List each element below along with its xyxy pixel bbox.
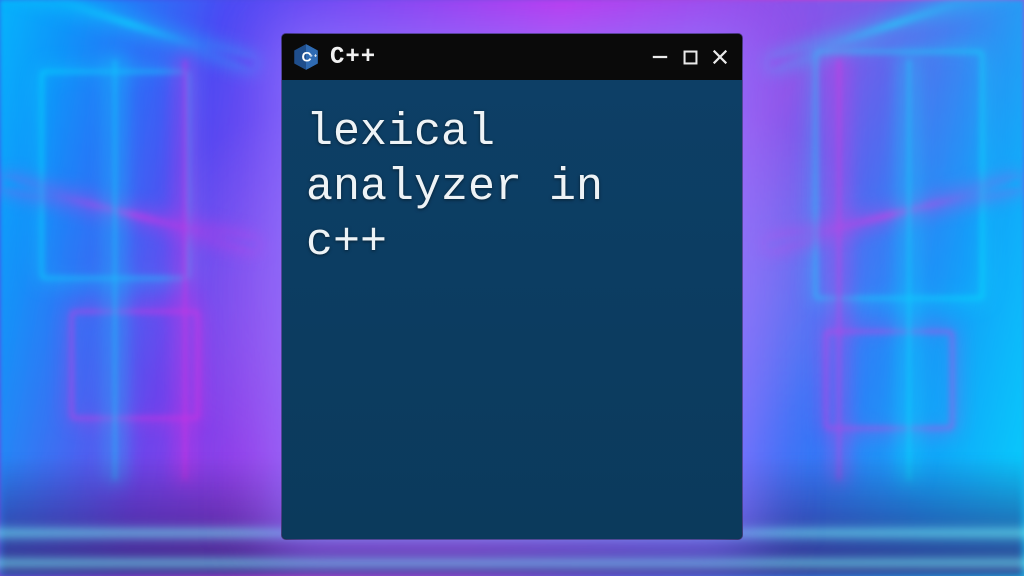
window-controls [650, 47, 730, 67]
window-title: C++ [330, 44, 640, 71]
app-window: C + + C++ lexical analyzer in c++ [282, 34, 742, 539]
terminal-content: lexical analyzer in c++ [282, 80, 742, 539]
minimize-button[interactable] [650, 47, 670, 67]
minimize-icon [651, 48, 669, 66]
terminal-text: lexical analyzer in c++ [306, 106, 718, 271]
close-icon [711, 48, 729, 66]
maximize-icon [682, 49, 699, 66]
cpp-hex-icon: C + + [292, 43, 320, 71]
titlebar[interactable]: C + + C++ [282, 34, 742, 80]
close-button[interactable] [710, 47, 730, 67]
maximize-button[interactable] [680, 47, 700, 67]
